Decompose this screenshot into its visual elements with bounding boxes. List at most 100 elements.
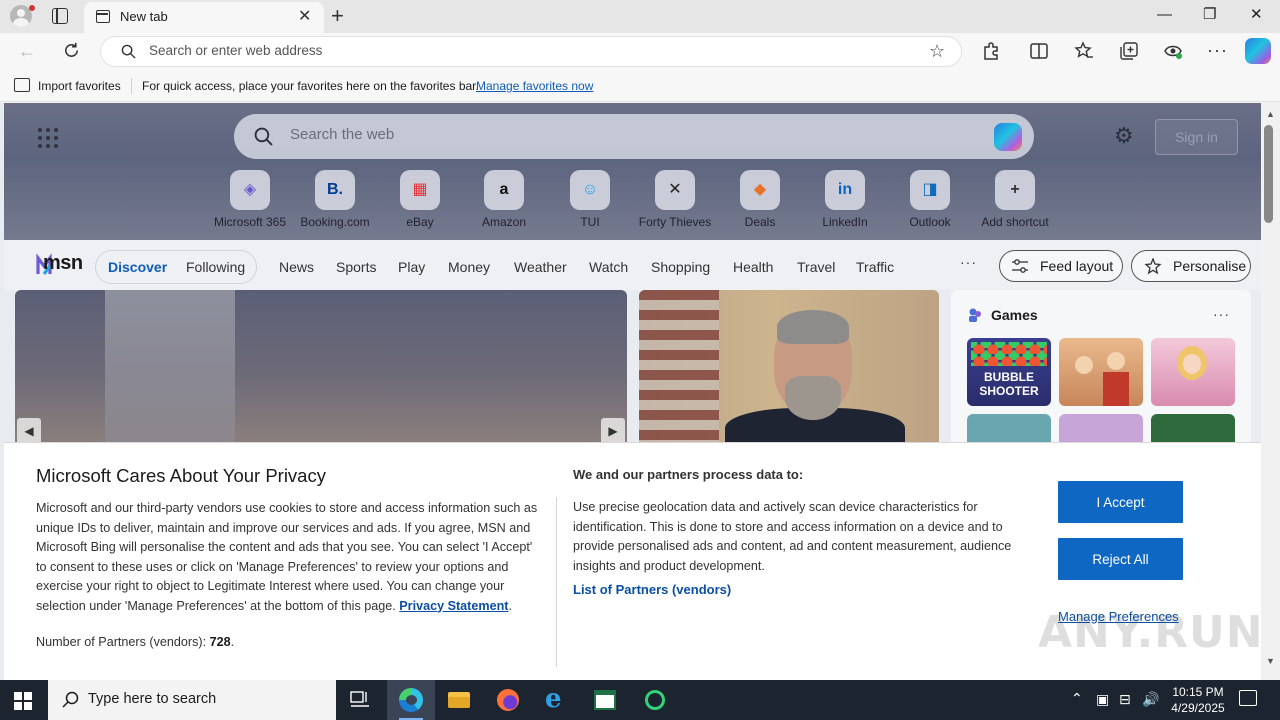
file-explorer-icon[interactable] [435,680,483,720]
shortcut-forty-thieves[interactable]: ✕ Forty Thieves [633,170,717,229]
privacy-statement-link[interactable]: Privacy Statement [399,599,508,613]
game-tile-bubble-shooter[interactable]: BUBBLE SHOOTER [967,338,1051,406]
game-tile-fashion[interactable] [1151,338,1235,406]
app-launcher-icon[interactable] [38,128,58,148]
taskbar-search-input[interactable] [88,691,318,707]
device-icon[interactable]: ▣ [1096,691,1109,708]
new-tab-hero: ⚙ Sign in ◈ Microsoft 365 B. Booking.com ▦ eB… [4,103,1261,240]
add-favorite-star-icon[interactable]: ☆ [929,41,945,62]
import-favorites-button[interactable]: Import favorites [38,79,121,93]
excel-icon[interactable] [582,680,630,720]
manage-favorites-link[interactable]: Manage favorites now [476,79,593,93]
news-story-image[interactable] [639,290,939,442]
firefox-icon[interactable] [484,680,532,720]
personalise-button[interactable]: Personalise [1131,250,1251,282]
shortcut-label: LinkedIn [822,215,868,229]
shortcut-tile: ✕ [655,170,695,210]
shortcut-tui[interactable]: ☺ TUI [548,170,632,229]
carousel-next-icon[interactable]: ▶ [601,418,625,442]
consent-title: Microsoft Cares About Your Privacy [36,465,326,486]
manage-preferences-link[interactable]: Manage Preferences [1058,609,1179,624]
games-card: Games ··· BUBBLE SHOOTER [951,290,1251,482]
games-icon [969,308,981,322]
nav-traffic[interactable]: Traffic [856,259,894,275]
network-icon[interactable]: ⊟ [1119,691,1131,708]
web-search-box[interactable] [234,114,1034,159]
scroll-down-icon[interactable]: ▼ [1266,656,1275,666]
nav-travel[interactable]: Travel [797,259,835,275]
tui-icon: ☺ [581,181,599,198]
task-view-icon[interactable] [336,680,384,720]
shortcut-deals[interactable]: ◆ Deals [718,170,802,229]
copilot-icon[interactable] [1245,38,1271,64]
shortcut-linkedin[interactable]: in LinkedIn [803,170,887,229]
show-hidden-icons[interactable]: ⌃ [1071,690,1083,707]
shortcut-label: Booking.com [300,215,370,229]
sign-in-button[interactable]: Sign in [1155,119,1238,155]
game-tile-cartoon[interactable] [1059,338,1143,406]
address-bar[interactable]: ☆ [100,36,962,67]
scroll-up-icon[interactable]: ▲ [1266,109,1275,119]
internet-explorer-icon[interactable]: e [533,680,581,720]
page-scrollbar[interactable]: ▲ ▼ [1261,103,1280,680]
system-clock[interactable]: 10:15 PM 4/29/2025 [1170,684,1226,716]
nav-play[interactable]: Play [398,259,425,275]
shortcut-amazon[interactable]: a Amazon [462,170,546,229]
nav-weather[interactable]: Weather [514,259,567,275]
tab-following[interactable]: Following [186,259,245,275]
reject-all-button[interactable]: Reject All [1058,538,1183,580]
nav-health[interactable]: Health [733,259,773,275]
restore-button[interactable]: ❐ [1203,5,1216,25]
close-window-button[interactable]: ✕ [1250,5,1263,25]
nav-money[interactable]: Money [448,259,490,275]
web-search-input[interactable] [290,126,930,143]
back-button[interactable]: ← [18,40,36,62]
consent-body: Microsoft and our third-party vendors us… [36,501,538,613]
refresh-icon[interactable] [62,41,81,60]
scrollbar-thumb[interactable] [1264,125,1273,223]
shortcut-outlook[interactable]: ◨ Outlook [888,170,972,229]
address-input[interactable] [149,43,909,58]
games-more-button[interactable]: ··· [1213,306,1230,322]
shortcut-label: Amazon [481,215,527,229]
shortcut-label: Deals [744,215,776,229]
shortcut-booking-com[interactable]: B. Booking.com [293,170,377,229]
nav-shopping[interactable]: Shopping [651,259,710,275]
import-favorites-icon[interactable] [14,78,30,92]
tab-actions-icon[interactable] [52,8,68,24]
copilot-icon[interactable] [994,123,1022,151]
featured-story-image[interactable]: ◀ ▶ [15,290,627,442]
bing-search-icon[interactable] [631,680,679,720]
nav-watch[interactable]: Watch [589,259,628,275]
tab-new-tab[interactable]: New tab ✕ [84,2,324,33]
collections-icon[interactable] [1119,41,1139,61]
browser-essentials-icon[interactable] [1163,41,1183,61]
accept-button[interactable]: I Accept [1058,481,1183,523]
nav-news[interactable]: News [279,259,314,275]
list-of-partners-link[interactable]: List of Partners (vendors) [573,582,731,597]
volume-icon[interactable]: 🔊 [1142,691,1159,708]
more-nav-button[interactable]: ··· [960,254,977,270]
shortcut-microsoft-365[interactable]: ◈ Microsoft 365 [208,170,292,229]
notification-center-icon[interactable] [1239,690,1257,706]
new-tab-button[interactable]: + [331,3,344,29]
split-screen-icon[interactable] [1029,41,1049,61]
ebay-icon: ▦ [412,181,428,198]
feed-layout-button[interactable]: Feed layout [999,250,1123,282]
taskbar-search-box[interactable] [48,680,336,720]
edge-icon[interactable] [387,680,435,720]
favorites-icon[interactable] [1074,41,1094,61]
carousel-prev-icon[interactable]: ◀ [17,418,41,442]
extensions-icon[interactable] [981,41,1001,61]
page-settings-gear-icon[interactable]: ⚙ [1114,125,1134,147]
divider [556,497,557,667]
shortcut-add-shortcut[interactable]: + Add shortcut [973,170,1057,229]
settings-more-icon[interactable]: ··· [1207,39,1228,61]
shortcut-ebay[interactable]: ▦ eBay [378,170,462,229]
minimize-button[interactable]: — [1157,5,1172,25]
windows-start-icon[interactable] [14,692,32,710]
tab-close-button[interactable]: ✕ [298,7,311,27]
nav-sports[interactable]: Sports [336,259,376,275]
search-icon [254,127,273,146]
tab-discover[interactable]: Discover [108,259,167,275]
